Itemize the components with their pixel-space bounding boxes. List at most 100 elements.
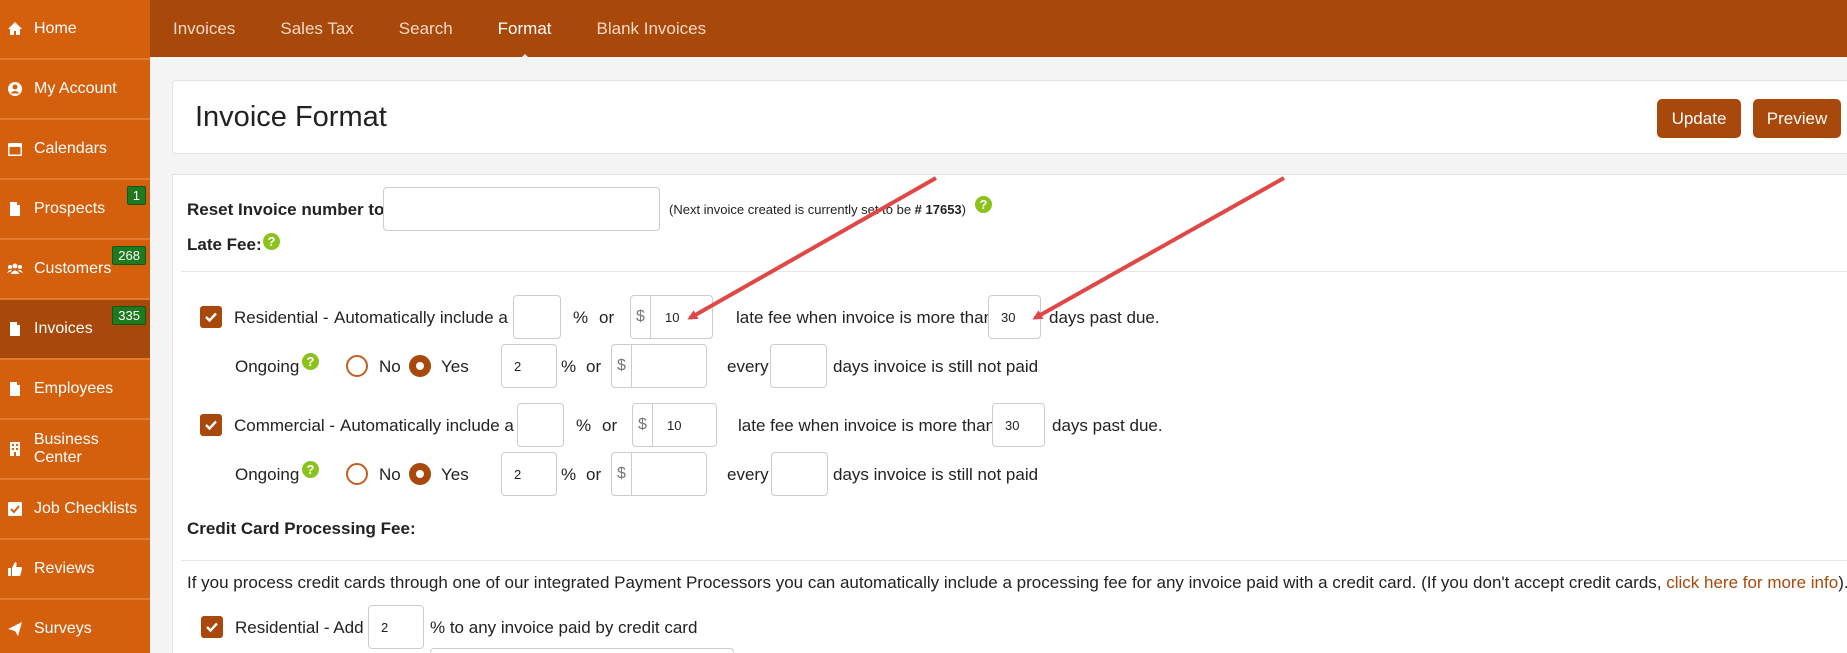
next-invoice-note: (Next invoice created is currently set t… bbox=[669, 202, 966, 217]
next-invoice-number: # 17653 bbox=[914, 202, 962, 217]
preview-button[interactable]: Preview bbox=[1753, 99, 1841, 138]
user-circle-icon bbox=[6, 80, 24, 98]
late-fee-when-text: late fee when invoice is more than bbox=[736, 308, 994, 327]
cc-residential-suffix: % to any invoice paid by credit card bbox=[430, 618, 698, 637]
ongoing-help-icon[interactable]: ? bbox=[302, 353, 319, 370]
ongoing-label: Ongoing bbox=[235, 357, 300, 376]
cc-commercial-input-partial[interactable] bbox=[430, 648, 734, 653]
percent-sign: % bbox=[561, 357, 577, 376]
sidebar-item-label: Reviews bbox=[34, 560, 95, 577]
cc-fee-description: If you process credit cards through one … bbox=[187, 573, 1847, 593]
checkmark-icon bbox=[206, 622, 218, 633]
cc-fee-heading: Credit Card Processing Fee: bbox=[187, 519, 416, 538]
update-button[interactable]: Update bbox=[1657, 99, 1741, 138]
residential-late-fee-checkbox[interactable] bbox=[200, 306, 222, 328]
tab-search[interactable]: Search bbox=[399, 19, 453, 39]
sidebar-item-my-account[interactable]: My Account bbox=[0, 60, 150, 120]
residential-amount-input[interactable]: $ 10 bbox=[630, 295, 713, 339]
dollar-addon: $ bbox=[631, 296, 651, 338]
sidebar-item-surveys[interactable]: Surveys bbox=[0, 600, 150, 653]
commercial-ongoing-amount-input[interactable]: $ bbox=[611, 452, 707, 496]
sidebar-item-label: Invoices bbox=[34, 320, 93, 337]
sidebar-item-label: Prospects bbox=[34, 200, 106, 217]
next-invoice-note-suffix: ) bbox=[961, 202, 967, 217]
sidebar-item-job-checklists[interactable]: Job Checklists bbox=[0, 480, 150, 540]
commercial-late-fee-checkbox[interactable] bbox=[200, 414, 222, 436]
cc-fee-description-end: ). bbox=[1838, 573, 1847, 592]
commercial-label: Commercial - bbox=[234, 416, 336, 435]
tab-format[interactable]: Format bbox=[498, 19, 552, 62]
checkmark-icon bbox=[205, 420, 217, 431]
checkbox-icon bbox=[6, 500, 24, 518]
building-icon bbox=[6, 440, 24, 458]
residential-ongoing-no-radio[interactable] bbox=[346, 355, 368, 377]
sidebar-item-prospects[interactable]: Prospects 1 bbox=[0, 180, 150, 240]
or-text: or bbox=[599, 308, 615, 327]
yes-label: Yes bbox=[441, 465, 469, 484]
commercial-days-input[interactable]: 30 bbox=[992, 403, 1045, 447]
commercial-amount-input[interactable]: $ 10 bbox=[632, 403, 717, 447]
commercial-percent-input[interactable] bbox=[517, 403, 564, 447]
dollar-addon: $ bbox=[612, 345, 632, 387]
every-text: every bbox=[727, 357, 769, 376]
next-invoice-note-prefix: (Next invoice created is currently set t… bbox=[669, 202, 915, 217]
auto-include-text: Automatically include a bbox=[340, 416, 514, 435]
still-not-paid-text: days invoice is still not paid bbox=[833, 357, 1039, 376]
sidebar-item-label: Business Center bbox=[33, 431, 99, 466]
sidebar-item-label: Employees bbox=[34, 380, 114, 397]
invoices-badge: 335 bbox=[112, 306, 146, 325]
sidebar-item-label: Calendars bbox=[34, 140, 107, 157]
reset-help-icon[interactable]: ? bbox=[975, 196, 992, 213]
customers-badge: 268 bbox=[112, 246, 146, 265]
days-past-due-text: days past due. bbox=[1049, 308, 1160, 327]
cc-residential-label: Residential - Add bbox=[235, 618, 364, 637]
header-card: Invoice Format Update Preview bbox=[172, 80, 1847, 154]
sidebar-item-label: Home bbox=[34, 20, 77, 37]
sidebar-item-home[interactable]: Home bbox=[0, 0, 150, 60]
ongoing-help-icon[interactable]: ? bbox=[302, 461, 319, 478]
residential-days-input[interactable]: 30 bbox=[988, 295, 1041, 339]
commercial-ongoing-days-input[interactable] bbox=[771, 452, 828, 496]
sidebar-item-calendars[interactable]: Calendars bbox=[0, 120, 150, 180]
residential-label: Residential - bbox=[234, 308, 329, 327]
tab-invoices[interactable]: Invoices bbox=[173, 19, 235, 39]
percent-sign: % bbox=[573, 308, 589, 327]
home-icon bbox=[6, 20, 24, 38]
sidebar-item-label: My Account bbox=[34, 80, 117, 97]
no-label: No bbox=[379, 465, 401, 484]
sidebar-item-business-center[interactable]: Business Center bbox=[0, 420, 150, 480]
cc-fee-description-text: If you process credit cards through one … bbox=[187, 573, 1667, 592]
residential-ongoing-yes-radio[interactable] bbox=[409, 355, 431, 377]
cc-residential-percent-input[interactable]: 2 bbox=[368, 605, 424, 649]
sidebar-item-customers[interactable]: Customers 268 bbox=[0, 240, 150, 300]
format-form: Reset Invoice number to: (Next invoice c… bbox=[172, 174, 1847, 653]
commercial-ongoing-no-radio[interactable] bbox=[346, 463, 368, 485]
tab-sales-tax[interactable]: Sales Tax bbox=[280, 19, 353, 39]
late-fee-heading: Late Fee: bbox=[187, 235, 262, 254]
more-info-link[interactable]: click here for more info bbox=[1666, 573, 1838, 592]
users-icon bbox=[6, 260, 24, 278]
every-text: every bbox=[727, 465, 769, 484]
sidebar: Home My Account Calendars Prospects 1 Cu… bbox=[0, 0, 150, 653]
commercial-ongoing-percent-input[interactable]: 2 bbox=[501, 452, 557, 496]
or-text: or bbox=[586, 465, 602, 484]
dollar-addon: $ bbox=[612, 453, 632, 495]
still-not-paid-text: days invoice is still not paid bbox=[833, 465, 1039, 484]
checkmark-icon bbox=[205, 312, 217, 323]
cc-residential-checkbox[interactable] bbox=[201, 616, 223, 638]
reset-invoice-input[interactable] bbox=[383, 187, 660, 231]
reset-invoice-label: Reset Invoice number to: bbox=[187, 200, 391, 219]
commercial-amount-value: 10 bbox=[667, 417, 682, 433]
tab-blank-invoices[interactable]: Blank Invoices bbox=[597, 19, 707, 39]
sidebar-item-reviews[interactable]: Reviews bbox=[0, 540, 150, 600]
late-fee-help-icon[interactable]: ? bbox=[263, 233, 280, 250]
residential-percent-input[interactable] bbox=[513, 295, 561, 339]
sidebar-item-employees[interactable]: Employees bbox=[0, 360, 150, 420]
prospects-badge: 1 bbox=[126, 186, 146, 205]
sidebar-item-invoices[interactable]: Invoices 335 bbox=[0, 300, 150, 360]
commercial-ongoing-yes-radio[interactable] bbox=[409, 463, 431, 485]
residential-ongoing-percent-input[interactable]: 2 bbox=[501, 344, 557, 388]
residential-ongoing-days-input[interactable] bbox=[770, 344, 827, 388]
residential-ongoing-amount-input[interactable]: $ bbox=[611, 344, 707, 388]
or-text: or bbox=[586, 357, 602, 376]
